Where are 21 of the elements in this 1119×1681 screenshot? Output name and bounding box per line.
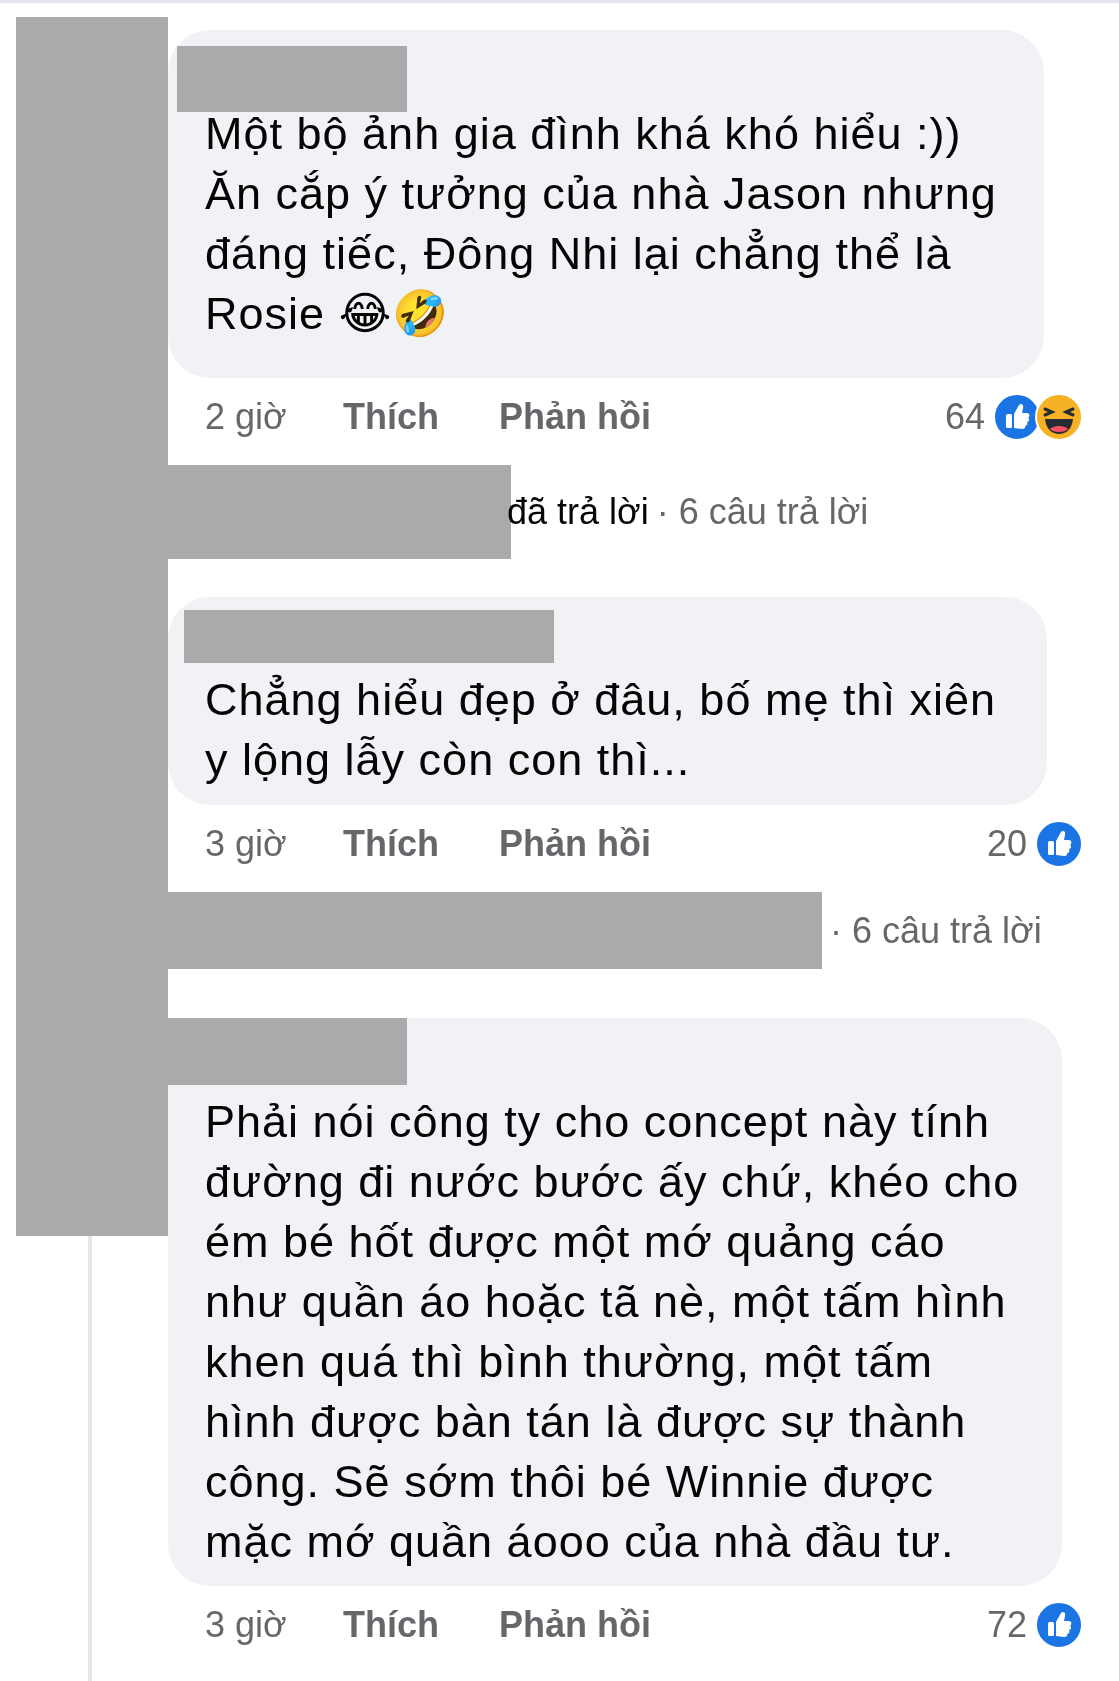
reply-link[interactable]: Phản hồi — [499, 396, 651, 438]
like-link[interactable]: Thích — [343, 396, 499, 438]
like-icon — [1035, 1601, 1083, 1649]
reaction-count: 64 — [944, 396, 985, 438]
view-replies-link[interactable]: · 6 câu trả lời — [656, 491, 869, 533]
timestamp: 3 giờ — [205, 1604, 288, 1646]
timestamp: 2 giờ — [205, 396, 288, 438]
comment-text: Chẳng hiểu đẹp ở đâu, bố mẹ thì xiên y lộng lẫy còn con thì... — [205, 674, 997, 785]
laughing-face-icon — [1035, 393, 1083, 441]
timestamp: 3 giờ — [205, 823, 288, 865]
reply-link[interactable]: Phản hồi — [499, 1604, 651, 1646]
comment-text: Phải nói công ty cho concept này tính đường đi nước bước ấy chứ, khéo cho ém bé hốt được một mớ quảng cáo như quần áo hoặc tã nè, một tấm hình khen quá thì bình thường, một tấm hình được bàn tán là được sự thành công. Sẽ sớm thôi bé Winnie được mặc mớ quần áooo của nhà đầu tư. — [205, 1096, 1020, 1567]
reaction-count: 72 — [986, 1604, 1027, 1646]
like-link[interactable]: Thích — [343, 1604, 499, 1646]
like-link[interactable]: Thích — [343, 823, 499, 865]
reply-link[interactable]: Phản hồi — [499, 823, 651, 865]
comment-text: Một bộ ảnh gia đình khá khó hiểu :)) Ăn cắp ý tưởng của nhà Jason nhưng đáng tiếc, Đông Nhi lại chẳng thể là Rosie 😂🤣 — [205, 108, 997, 339]
view-replies-link[interactable]: · 6 câu trả lời — [830, 909, 1042, 952]
like-icon — [1035, 820, 1083, 868]
replied-text[interactable]: đã trả lời — [507, 491, 649, 533]
reaction-count: 20 — [986, 823, 1027, 865]
